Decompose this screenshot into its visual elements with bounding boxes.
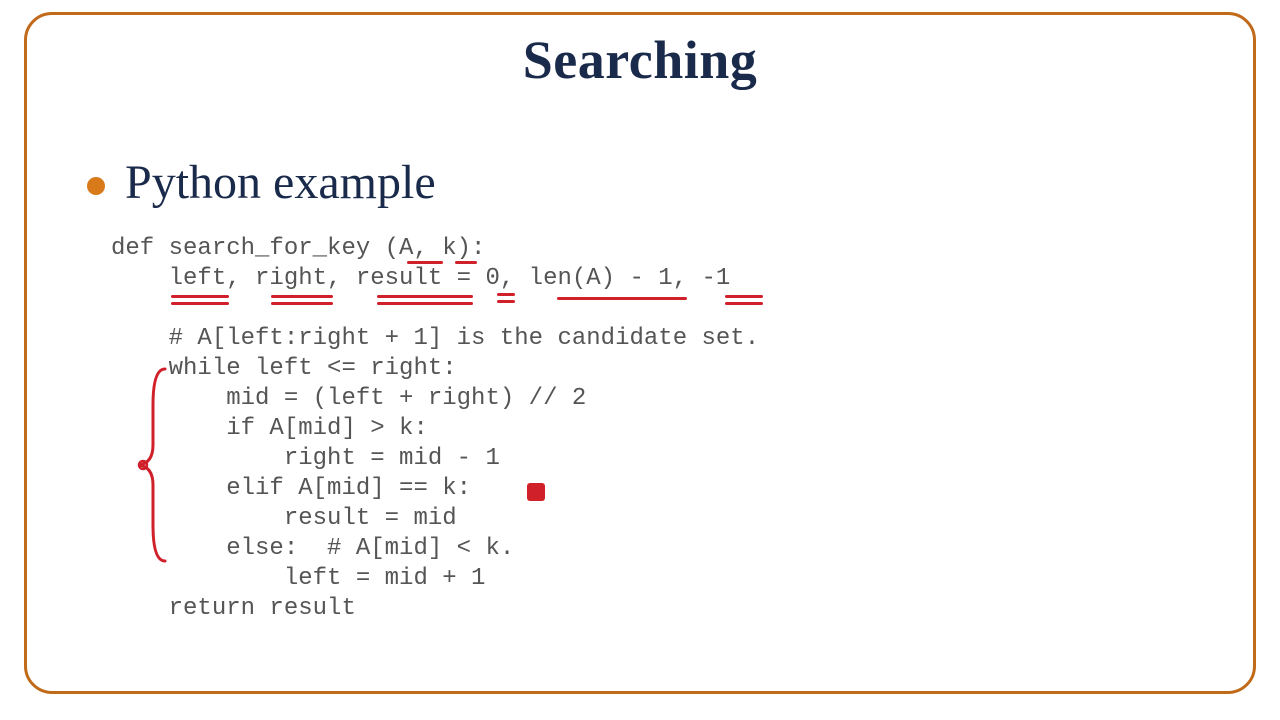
slide-title: Searching — [27, 29, 1253, 91]
bullet-row: Python example — [87, 155, 1193, 210]
bullet-text: Python example — [125, 155, 436, 210]
bullet-icon — [87, 177, 105, 195]
slide-body: Python example def search_for_key (A, k)… — [87, 155, 1193, 648]
slide-frame: Searching Python example def search_for_… — [24, 12, 1256, 694]
code-block: def search_for_key (A, k): left, right, … — [111, 234, 1193, 624]
